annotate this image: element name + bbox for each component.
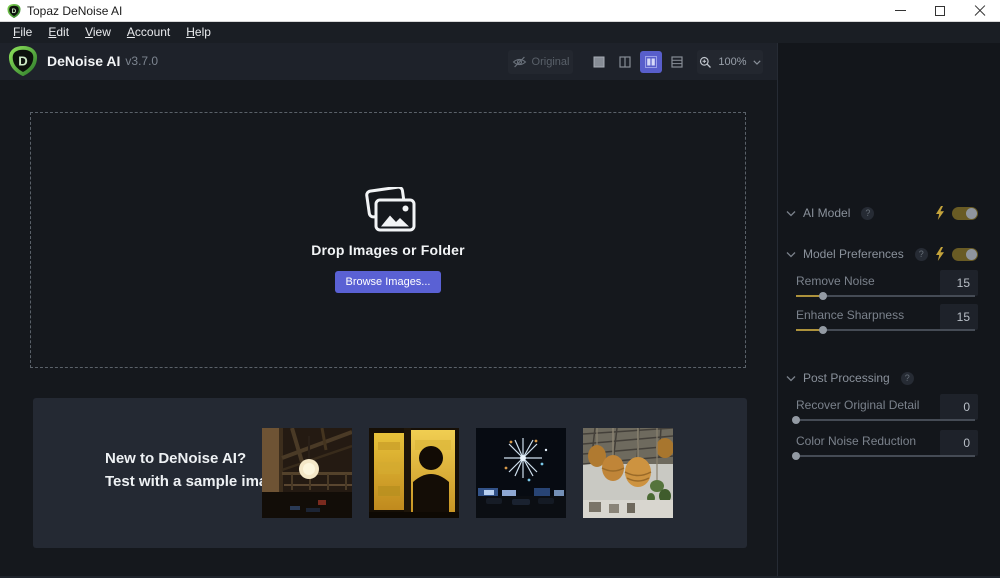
recover-original-detail-slider: Recover Original Detail 0 xyxy=(796,398,978,428)
sample-image-cafe-baskets[interactable] xyxy=(583,428,673,518)
comparison-view-icon xyxy=(671,56,683,68)
minimize-icon xyxy=(895,10,906,11)
lightning-icon xyxy=(935,247,945,261)
window-titlebar: D Topaz DeNoise AI xyxy=(0,0,1000,22)
brand-shield-icon: D xyxy=(8,46,38,76)
original-label: Original xyxy=(532,56,570,68)
chevron-down-icon xyxy=(753,60,761,65)
sample-image-lodge[interactable] xyxy=(262,428,352,518)
menu-help[interactable]: Help xyxy=(178,23,219,42)
menu-view[interactable]: View xyxy=(77,23,119,42)
help-icon[interactable]: ? xyxy=(901,372,914,385)
svg-text:D: D xyxy=(18,54,27,69)
remove-noise-value[interactable]: 15 xyxy=(940,270,978,296)
show-original-button[interactable]: Original xyxy=(508,50,573,74)
menu-file[interactable]: File xyxy=(5,23,40,42)
single-view-icon xyxy=(593,56,605,68)
toggle-knob xyxy=(966,249,977,260)
slider-track[interactable] xyxy=(796,329,975,331)
brand: D DeNoise AI v3.7.0 xyxy=(8,46,158,76)
zoom-level: 100% xyxy=(718,56,746,68)
maximize-icon xyxy=(935,6,945,16)
slider-handle[interactable] xyxy=(819,326,827,334)
menu-account[interactable]: Account xyxy=(119,23,178,42)
split-view-button[interactable] xyxy=(614,51,636,73)
zoom-in-icon xyxy=(699,56,712,69)
slider-track[interactable] xyxy=(796,295,975,297)
enhance-sharpness-slider: Enhance Sharpness 15 xyxy=(796,308,978,338)
dropzone-title: Drop Images or Folder xyxy=(311,242,465,258)
settings-panel: AI Model ? Model Preferences ? xyxy=(777,43,1000,578)
eye-off-icon xyxy=(512,56,527,68)
chevron-down-icon xyxy=(786,251,796,258)
section-model-preferences[interactable]: Model Preferences ? xyxy=(786,246,978,262)
view-mode-group xyxy=(588,51,688,73)
lightning-icon xyxy=(935,206,945,220)
samples-heading-line1: New to DeNoise AI? xyxy=(105,447,285,470)
close-icon xyxy=(974,5,986,17)
help-icon[interactable]: ? xyxy=(861,207,874,220)
samples-heading-line2: Test with a sample image xyxy=(105,470,285,493)
svg-text:D: D xyxy=(12,8,17,15)
sample-image-stained-glass[interactable] xyxy=(369,428,459,518)
browse-images-button[interactable]: Browse Images... xyxy=(335,271,441,293)
section-label: AI Model xyxy=(803,206,850,220)
comparison-view-button[interactable] xyxy=(666,51,688,73)
samples-heading: New to DeNoise AI? Test with a sample im… xyxy=(105,447,285,493)
enhance-sharpness-value[interactable]: 15 xyxy=(940,304,978,330)
app-name: DeNoise AI xyxy=(47,53,120,69)
close-button[interactable] xyxy=(960,0,1000,21)
slider-handle[interactable] xyxy=(819,292,827,300)
single-view-button[interactable] xyxy=(588,51,610,73)
chevron-down-icon xyxy=(786,375,796,382)
app-shield-icon: D xyxy=(7,4,21,18)
side-by-side-view-icon xyxy=(645,56,657,68)
chevron-down-icon xyxy=(786,210,796,217)
section-post-processing[interactable]: Post Processing ? xyxy=(786,370,978,386)
help-icon[interactable]: ? xyxy=(915,248,928,261)
samples-panel: New to DeNoise AI? Test with a sample im… xyxy=(33,398,747,548)
minimize-button[interactable] xyxy=(880,0,920,21)
slider-handle[interactable] xyxy=(792,452,800,460)
model-preferences-toggle[interactable] xyxy=(952,248,978,261)
section-ai-model[interactable]: AI Model ? xyxy=(786,205,978,221)
app-header: D DeNoise AI v3.7.0 Original xyxy=(0,43,777,80)
section-label: Post Processing xyxy=(803,371,890,385)
app-version: v3.7.0 xyxy=(125,54,158,68)
photos-icon xyxy=(359,187,417,233)
menu-edit[interactable]: Edit xyxy=(40,23,77,42)
maximize-button[interactable] xyxy=(920,0,960,21)
color-noise-reduction-value[interactable]: 0 xyxy=(940,430,978,456)
slider-handle[interactable] xyxy=(792,416,800,424)
remove-noise-slider: Remove Noise 15 xyxy=(796,274,978,304)
recover-original-detail-value[interactable]: 0 xyxy=(940,394,978,420)
color-noise-reduction-slider: Color Noise Reduction 0 xyxy=(796,434,978,464)
toggle-knob xyxy=(966,208,977,219)
split-view-icon xyxy=(619,56,631,68)
sample-image-fireworks[interactable] xyxy=(476,428,566,518)
ai-model-toggle[interactable] xyxy=(952,207,978,220)
window-title: Topaz DeNoise AI xyxy=(27,4,122,18)
image-drop-zone[interactable]: Drop Images or Folder Browse Images... xyxy=(30,112,746,368)
slider-track[interactable] xyxy=(796,455,975,457)
zoom-control[interactable]: 100% xyxy=(697,50,763,74)
menu-bar: File Edit View Account Help xyxy=(0,22,1000,43)
sample-thumbnails xyxy=(262,428,673,518)
side-by-side-view-button[interactable] xyxy=(640,51,662,73)
slider-track[interactable] xyxy=(796,419,975,421)
section-label: Model Preferences xyxy=(803,247,904,261)
